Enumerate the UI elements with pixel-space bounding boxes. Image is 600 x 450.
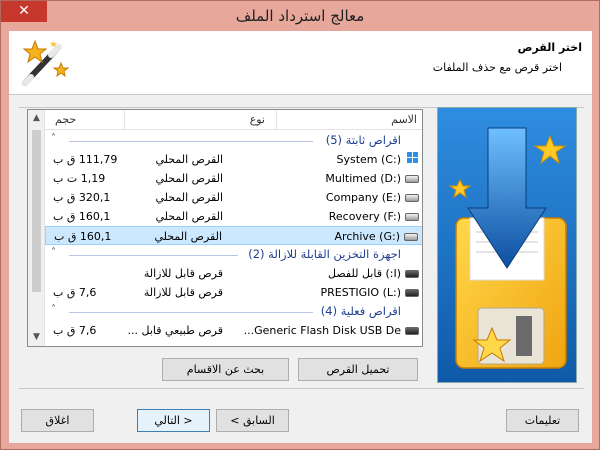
drive-type: القرص المحلي bbox=[155, 210, 223, 223]
windows-drive-icon bbox=[407, 152, 419, 164]
list-header: الاسم نوع حجم bbox=[45, 110, 422, 130]
drive-size: 320,1 ق ب bbox=[53, 191, 111, 204]
group-divider bbox=[69, 141, 313, 142]
load-disk-button[interactable]: تحميل القرص bbox=[298, 358, 418, 381]
wizard-window: ✕ معالج استرداد الملف اختر القرص اختر قر… bbox=[0, 0, 600, 450]
list-item[interactable]: Company (E:) القرص المحلي 320,1 ق ب bbox=[45, 188, 422, 207]
close-button[interactable]: اغلاق bbox=[21, 409, 94, 432]
column-type-header[interactable]: نوع bbox=[250, 113, 265, 126]
list-item[interactable]: Generic Flash Disk USB De... قرص طبيعي ق… bbox=[45, 321, 422, 340]
drive-size: 160,1 ق ب bbox=[53, 210, 111, 223]
step-title: اختر القرص bbox=[517, 41, 582, 54]
drive-size: 7,6 ق ب bbox=[53, 286, 97, 299]
drive-icon bbox=[405, 194, 419, 202]
collapse-chevron-icon[interactable]: ˄ bbox=[51, 133, 56, 144]
list-item[interactable]: Recovery (F:) القرص المحلي 160,1 ق ب bbox=[45, 207, 422, 226]
title-bar[interactable]: ✕ معالج استرداد الملف bbox=[1, 1, 599, 31]
floppy-disk-icon bbox=[438, 108, 576, 382]
drive-type: القرص المحلي bbox=[155, 191, 223, 204]
help-button[interactable]: تعليمات bbox=[506, 409, 579, 432]
step-subtitle: اختر قرص مع حذف الملفات bbox=[432, 61, 562, 74]
drive-name: System (C:) bbox=[336, 153, 402, 166]
drive-size: 111,79 ق ب bbox=[53, 153, 118, 166]
group-removable-storage[interactable]: اجهزة التخزين القابلة للازالة (2) ˄ bbox=[45, 245, 422, 264]
group-label: اقراص فعلية (4) bbox=[320, 304, 401, 318]
drive-type: القرص المحلي bbox=[155, 153, 223, 166]
scroll-down-arrow-icon[interactable]: ▼ bbox=[28, 329, 45, 346]
group-label: اجهزة التخزين القابلة للازالة (2) bbox=[248, 247, 401, 261]
wizard-header: اختر القرص اختر قرص مع حذف الملفات bbox=[9, 31, 592, 95]
drive-type: قرص قابل للازالة bbox=[143, 267, 223, 280]
next-button[interactable]: التالي > bbox=[137, 409, 210, 432]
list-item[interactable]: PRESTIGIO (L:) قرص قابل للازالة 7,6 ق ب bbox=[45, 283, 422, 302]
drive-icon bbox=[405, 213, 419, 221]
drive-size: 1,19 ت ب bbox=[53, 172, 106, 185]
drive-name: Recovery (F:) bbox=[328, 210, 401, 223]
drive-type: القرص المحلي bbox=[154, 230, 222, 243]
floppy-download-illustration bbox=[437, 107, 577, 383]
drive-name: (I:) قابل للفصل bbox=[328, 267, 401, 280]
column-divider[interactable] bbox=[276, 110, 277, 130]
list-item-selected[interactable]: Archive (G:) القرص المحلي 160,1 ق ب bbox=[45, 226, 422, 245]
drive-icon bbox=[404, 233, 418, 241]
drive-name: Archive (G:) bbox=[334, 230, 400, 243]
divider bbox=[19, 388, 584, 389]
drive-type: قرص قابل للازالة bbox=[143, 286, 223, 299]
removable-drive-icon bbox=[405, 289, 419, 297]
drive-type: القرص المحلي bbox=[155, 172, 223, 185]
drive-size: 7,6 ق ب bbox=[53, 324, 97, 337]
drive-type: قرص طبيعي قابل ... bbox=[127, 324, 223, 337]
column-size-header[interactable]: حجم bbox=[55, 113, 76, 126]
column-name-header[interactable]: الاسم bbox=[391, 113, 417, 126]
removable-drive-icon bbox=[405, 270, 419, 278]
collapse-chevron-icon[interactable]: ˄ bbox=[51, 247, 56, 258]
list-item[interactable]: Multimed (D:) القرص المحلي 1,19 ت ب bbox=[45, 169, 422, 188]
drive-name: Company (E:) bbox=[325, 191, 401, 204]
group-divider bbox=[69, 312, 313, 313]
collapse-chevron-icon[interactable]: ˄ bbox=[51, 304, 56, 315]
drive-list[interactable]: ▲ ▼ الاسم نوع حجم اقراص ثابتة (5) ˄ Syst… bbox=[27, 109, 423, 347]
column-divider[interactable] bbox=[124, 110, 125, 130]
scroll-up-arrow-icon[interactable]: ▲ bbox=[28, 110, 45, 127]
drive-icon bbox=[405, 175, 419, 183]
list-item[interactable]: System (C:) القرص المحلي 111,79 ق ب bbox=[45, 150, 422, 169]
drive-name: Multimed (D:) bbox=[325, 172, 401, 185]
magic-wand-icon bbox=[22, 39, 69, 86]
vertical-scrollbar[interactable]: ▲ ▼ bbox=[28, 110, 45, 346]
list-body: اقراص ثابتة (5) ˄ System (C:) القرص المح… bbox=[45, 131, 422, 340]
back-button[interactable]: < السابق bbox=[216, 409, 289, 432]
drive-name: Generic Flash Disk USB De... bbox=[243, 324, 401, 337]
wizard-client: اختر القرص اختر قرص مع حذف الملفات ▲ ▼ ا… bbox=[9, 31, 592, 443]
list-item[interactable]: (I:) قابل للفصل قرص قابل للازالة bbox=[45, 264, 422, 283]
group-fixed-disks[interactable]: اقراص ثابتة (5) ˄ bbox=[45, 131, 422, 150]
find-partitions-button[interactable]: بحث عن الاقسام bbox=[162, 358, 289, 381]
physical-drive-icon bbox=[405, 327, 419, 335]
window-title: معالج استرداد الملف bbox=[235, 7, 365, 25]
group-label: اقراص ثابتة (5) bbox=[325, 133, 401, 147]
drive-name: PRESTIGIO (L:) bbox=[320, 286, 401, 299]
drive-size: 160,1 ق ب bbox=[54, 230, 112, 243]
group-physical-disks[interactable]: اقراص فعلية (4) ˄ bbox=[45, 302, 422, 321]
scroll-thumb[interactable] bbox=[32, 130, 41, 292]
group-divider bbox=[69, 255, 238, 256]
